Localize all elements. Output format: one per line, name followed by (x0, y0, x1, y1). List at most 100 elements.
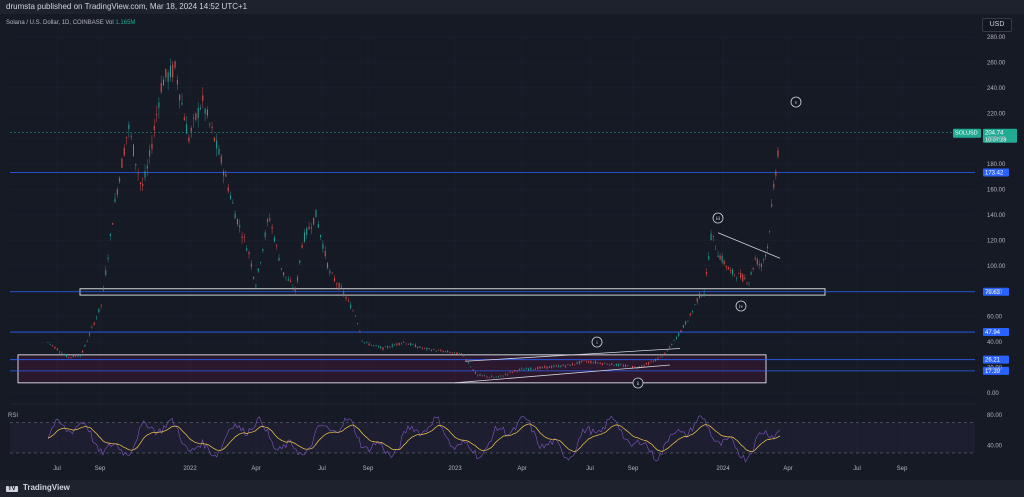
candle-body (75, 355, 77, 357)
candle-body (338, 283, 340, 290)
candle-body (717, 255, 719, 258)
candle-body (225, 174, 227, 177)
candle-body (493, 377, 495, 378)
candle-body (96, 317, 98, 319)
candle-body (329, 271, 331, 273)
candle-body (79, 355, 81, 357)
candle-body (142, 184, 144, 187)
candle-body (652, 360, 654, 362)
candle-body (165, 69, 167, 78)
candle-body (248, 252, 250, 255)
candle-body (387, 346, 389, 348)
candle-body (384, 346, 386, 348)
candle-body (532, 369, 534, 370)
candle-body (606, 364, 608, 366)
candle-body (236, 219, 238, 225)
candle-body (678, 333, 680, 336)
time-tick: Apr (783, 466, 792, 472)
candle-body (262, 249, 264, 251)
candle-body (518, 369, 520, 370)
candle-body (685, 321, 687, 325)
candle-body (613, 365, 615, 367)
candle-body (721, 256, 723, 262)
candle-body (648, 362, 650, 365)
candle-body (736, 278, 738, 279)
candle-body (255, 285, 257, 287)
candle-body (137, 172, 139, 174)
candle-body (246, 248, 248, 251)
candle-body (126, 136, 128, 138)
publish-text: drumsta published on TradingView.com, Ma… (6, 2, 248, 11)
price-tick: 260.00 (987, 60, 1006, 66)
time-tick: Apr (517, 466, 526, 472)
candle-body (299, 260, 301, 263)
candle-body (746, 282, 748, 284)
candle-body (715, 249, 717, 250)
candle-body (601, 363, 603, 365)
candle-body (650, 361, 652, 363)
candle-body (465, 359, 467, 361)
time-axis[interactable]: Jul Sep 2022 Apr Jul Sep 2023 Apr Jul Sep 2024 Apr J… (53, 466, 908, 472)
chart-canvas[interactable]: 173.4279.6347.9426.2117.39SOLUSD 204.7410… (0, 14, 1024, 480)
candle-body (491, 376, 493, 378)
candle-body (220, 155, 222, 164)
price-tick: 120.00 (987, 238, 1006, 244)
candle-body (354, 315, 356, 317)
candle-body (634, 366, 636, 368)
price-tick: 0.00 (987, 391, 999, 397)
candle-body (417, 346, 419, 348)
candle-body (481, 375, 483, 376)
candle-body (86, 340, 88, 342)
candle-body (777, 150, 779, 157)
candle-body (204, 108, 206, 114)
candle-body (740, 273, 742, 278)
candle-body (373, 345, 375, 346)
candle-body (581, 360, 583, 362)
candle-body (504, 373, 506, 375)
price-tick: 40.00 (987, 340, 1003, 346)
candle-body (752, 267, 754, 270)
candle-body (320, 234, 322, 238)
footer-bar (0, 480, 1024, 497)
tradingview-brand[interactable]: TV TradingView (6, 483, 70, 492)
candle-body (514, 370, 516, 371)
grid (10, 36, 975, 460)
candle-body (206, 109, 208, 116)
candle-body (710, 233, 712, 241)
currency-button[interactable]: USD (982, 18, 1012, 32)
candle-body (193, 117, 195, 119)
candle-body (315, 209, 317, 218)
candle-body (310, 227, 312, 229)
support-zone (17, 354, 767, 384)
price-axis[interactable]: 280.00 260.00 240.00 220.00 200.00 180.00 160.… (987, 35, 1006, 397)
candle-body (643, 365, 645, 367)
candle-body (615, 363, 617, 366)
candle-body (190, 127, 192, 132)
candle-body (509, 371, 511, 373)
candle-body (350, 304, 352, 309)
candle-body (306, 228, 308, 236)
candle-body (216, 140, 218, 149)
candle-body (123, 147, 125, 156)
candle-body (608, 364, 610, 366)
candle-body (657, 357, 659, 360)
price-tick: 100.00 (987, 264, 1006, 270)
candle-body (183, 117, 185, 121)
candle-body (223, 171, 225, 176)
candle-body (294, 288, 296, 291)
candle-body (271, 226, 273, 229)
candle-body (412, 344, 414, 345)
candle-body (333, 278, 335, 281)
candle-body (437, 349, 439, 351)
candle-body (727, 267, 729, 270)
candle-body (389, 347, 391, 348)
candle-body (153, 126, 155, 131)
candle-body (585, 361, 587, 363)
rsi-tick: 40.00 (987, 443, 1003, 449)
candle-body (82, 350, 84, 353)
candle-body (260, 262, 262, 264)
candle-body (114, 198, 116, 202)
candle-body (345, 297, 347, 299)
candle-body (498, 376, 500, 377)
candle-body (744, 277, 746, 279)
